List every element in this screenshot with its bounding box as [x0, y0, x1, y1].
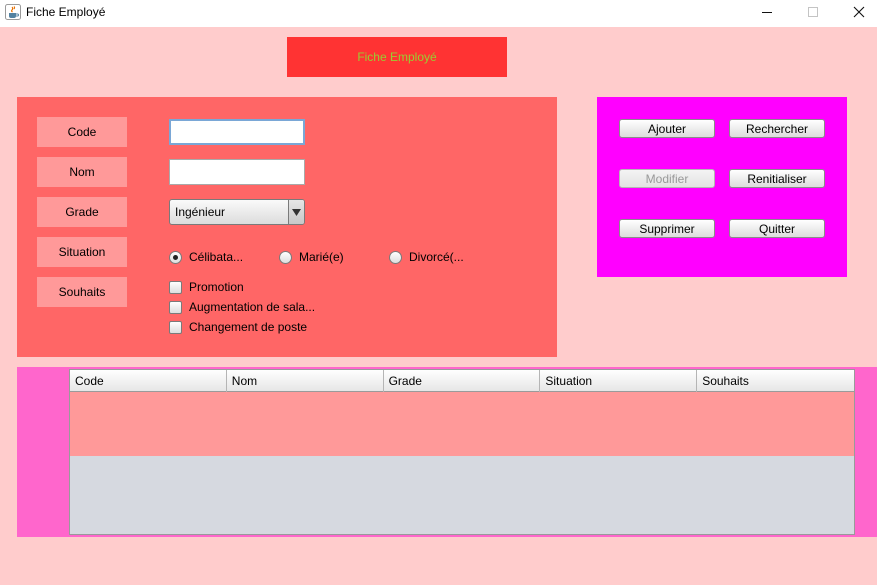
- maximize-icon: [807, 6, 819, 21]
- checkbox-unchecked-icon: [169, 300, 182, 314]
- maximize-button[interactable]: [790, 0, 836, 27]
- table-header: Code Nom Grade Situation Souhaits: [70, 370, 854, 392]
- grade-label: Grade: [37, 197, 127, 227]
- radio-unselected-icon: [279, 250, 292, 264]
- minimize-button[interactable]: [744, 0, 790, 27]
- close-icon: [853, 6, 865, 21]
- nom-input[interactable]: [169, 159, 305, 185]
- checkbox-unchecked-icon: [169, 280, 182, 294]
- reinitialiser-button[interactable]: Renitialiser: [729, 169, 825, 188]
- supprimer-button[interactable]: Supprimer: [619, 219, 715, 238]
- souhaits-label: Souhaits: [37, 277, 127, 307]
- table-body[interactable]: [70, 392, 854, 456]
- radio-label: Marié(e): [299, 250, 344, 264]
- employee-table[interactable]: Code Nom Grade Situation Souhaits: [69, 369, 855, 535]
- code-input[interactable]: [169, 119, 305, 145]
- situation-radio-celibataire[interactable]: Célibata...: [169, 249, 243, 265]
- header-banner: Fiche Employé: [287, 37, 507, 77]
- souhait-checkbox-augmentation[interactable]: Augmentation de sala...: [169, 299, 315, 315]
- column-header-nom[interactable]: Nom: [227, 370, 384, 392]
- rechercher-button[interactable]: Rechercher: [729, 119, 825, 138]
- situation-radio-divorce[interactable]: Divorcé(...: [389, 249, 464, 265]
- checkbox-label: Changement de poste: [189, 320, 308, 334]
- code-label: Code: [37, 117, 127, 147]
- situation-label: Situation: [37, 237, 127, 267]
- column-header-souhaits[interactable]: Souhaits: [697, 370, 854, 392]
- checkbox-unchecked-icon: [169, 320, 182, 334]
- close-button[interactable]: [836, 0, 877, 27]
- radio-label: Célibata...: [189, 250, 244, 264]
- modifier-button[interactable]: Modifier: [619, 169, 715, 188]
- column-header-code[interactable]: Code: [70, 370, 227, 392]
- radio-label: Divorcé(...: [409, 250, 464, 264]
- triangle-down-icon[interactable]: [288, 200, 304, 224]
- column-header-situation[interactable]: Situation: [540, 370, 698, 392]
- java-cup-icon: [5, 4, 21, 20]
- quitter-button[interactable]: Quitter: [729, 219, 825, 238]
- window-title: Fiche Employé: [26, 5, 106, 19]
- column-header-grade[interactable]: Grade: [384, 370, 541, 392]
- grade-selected-value: Ingénieur: [175, 205, 226, 219]
- title-bar: Fiche Employé: [0, 0, 877, 27]
- ajouter-button[interactable]: Ajouter: [619, 119, 715, 138]
- situation-radio-marie[interactable]: Marié(e): [279, 249, 344, 265]
- checkbox-label: Augmentation de sala...: [189, 300, 316, 314]
- grade-select[interactable]: Ingénieur: [169, 199, 305, 225]
- radio-selected-icon: [169, 250, 182, 264]
- souhait-checkbox-changement[interactable]: Changement de poste: [169, 319, 307, 335]
- minimize-icon: [761, 6, 773, 21]
- radio-unselected-icon: [389, 250, 402, 264]
- souhait-checkbox-promotion[interactable]: Promotion: [169, 279, 244, 295]
- nom-label: Nom: [37, 157, 127, 187]
- checkbox-label: Promotion: [189, 280, 244, 294]
- banner-title: Fiche Employé: [357, 50, 437, 64]
